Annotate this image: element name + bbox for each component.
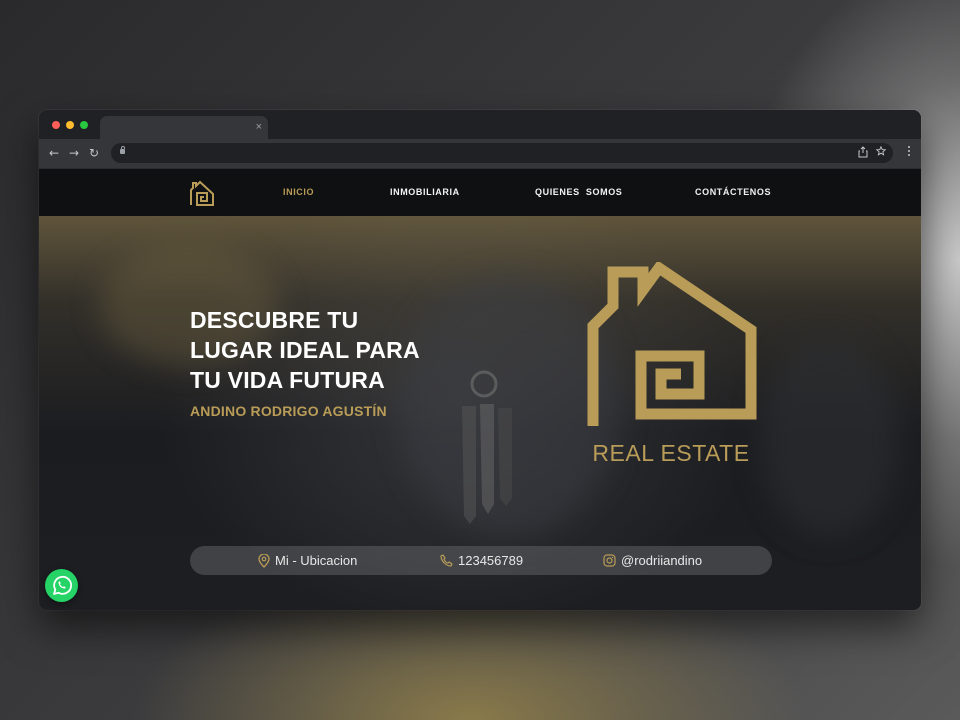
nav-contactenos[interactable]: CONTÁCTENOS <box>695 187 771 197</box>
real-estate-logo-icon <box>587 262 757 426</box>
nav-inicio[interactable]: INICIO <box>283 187 314 197</box>
background-blur <box>759 336 899 536</box>
window-controls <box>52 121 88 129</box>
nav-inmobiliaria[interactable]: INMOBILIARIA <box>390 187 460 197</box>
browser-toolbar: ← → ↻ <box>39 139 921 168</box>
location-text: Mi - Ubicacion <box>275 553 358 568</box>
hero-title-line: TU VIDA FUTURA <box>190 367 385 393</box>
star-icon[interactable] <box>875 145 887 160</box>
whatsapp-icon <box>53 575 72 595</box>
address-bar[interactable] <box>111 143 893 163</box>
hero-title-line: LUGAR IDEAL PARA <box>190 337 420 363</box>
contact-bar: Mi - Ubicacion 123456789 @rodriiandino <box>190 546 772 575</box>
whatsapp-button[interactable] <box>45 569 78 602</box>
close-tab-icon[interactable]: × <box>256 120 262 134</box>
lock-icon <box>120 146 125 154</box>
site-navbar: INICIO INMOBILIARIA QUIENES SOMOS CONTÁC… <box>39 168 921 216</box>
contact-instagram[interactable]: @rodriiandino <box>603 553 702 568</box>
contact-phone[interactable]: 123456789 <box>440 553 523 568</box>
tab-bar: × <box>39 110 921 139</box>
location-pin-icon <box>258 553 270 568</box>
hero-title-line: DESCUBRE TU <box>190 307 359 333</box>
instagram-text: @rodriiandino <box>621 553 703 568</box>
browser-menu-icon[interactable] <box>907 146 911 160</box>
back-icon[interactable]: ← <box>47 145 61 161</box>
forward-icon[interactable]: → <box>67 145 81 161</box>
hero-subtitle: ANDINO RODRIGO AGUSTÍN <box>190 403 387 419</box>
browser-tab[interactable]: × <box>100 116 268 139</box>
minimize-window-button[interactable] <box>66 121 74 129</box>
maximize-window-button[interactable] <box>80 121 88 129</box>
phone-icon <box>440 554 453 567</box>
hero-section: DESCUBRE TU LUGAR IDEAL PARA TU VIDA FUT… <box>39 216 921 610</box>
contact-location[interactable]: Mi - Ubicacion <box>258 553 357 568</box>
reload-icon[interactable]: ↻ <box>87 145 101 161</box>
instagram-icon <box>603 554 616 567</box>
site-logo-icon[interactable] <box>189 180 215 206</box>
web-page: INICIO INMOBILIARIA QUIENES SOMOS CONTÁC… <box>39 168 921 610</box>
phone-text: 123456789 <box>458 553 524 568</box>
close-window-button[interactable] <box>52 121 60 129</box>
hero-title: DESCUBRE TU LUGAR IDEAL PARA TU VIDA FUT… <box>190 305 490 395</box>
browser-window: × ← → ↻ INICIO INMOBILIARIA QUIENES SOMO… <box>39 110 921 610</box>
nav-quienes-somos[interactable]: QUIENES SOMOS <box>535 187 622 197</box>
share-icon[interactable] <box>857 146 869 160</box>
logo-text: REAL ESTATE <box>592 440 750 466</box>
